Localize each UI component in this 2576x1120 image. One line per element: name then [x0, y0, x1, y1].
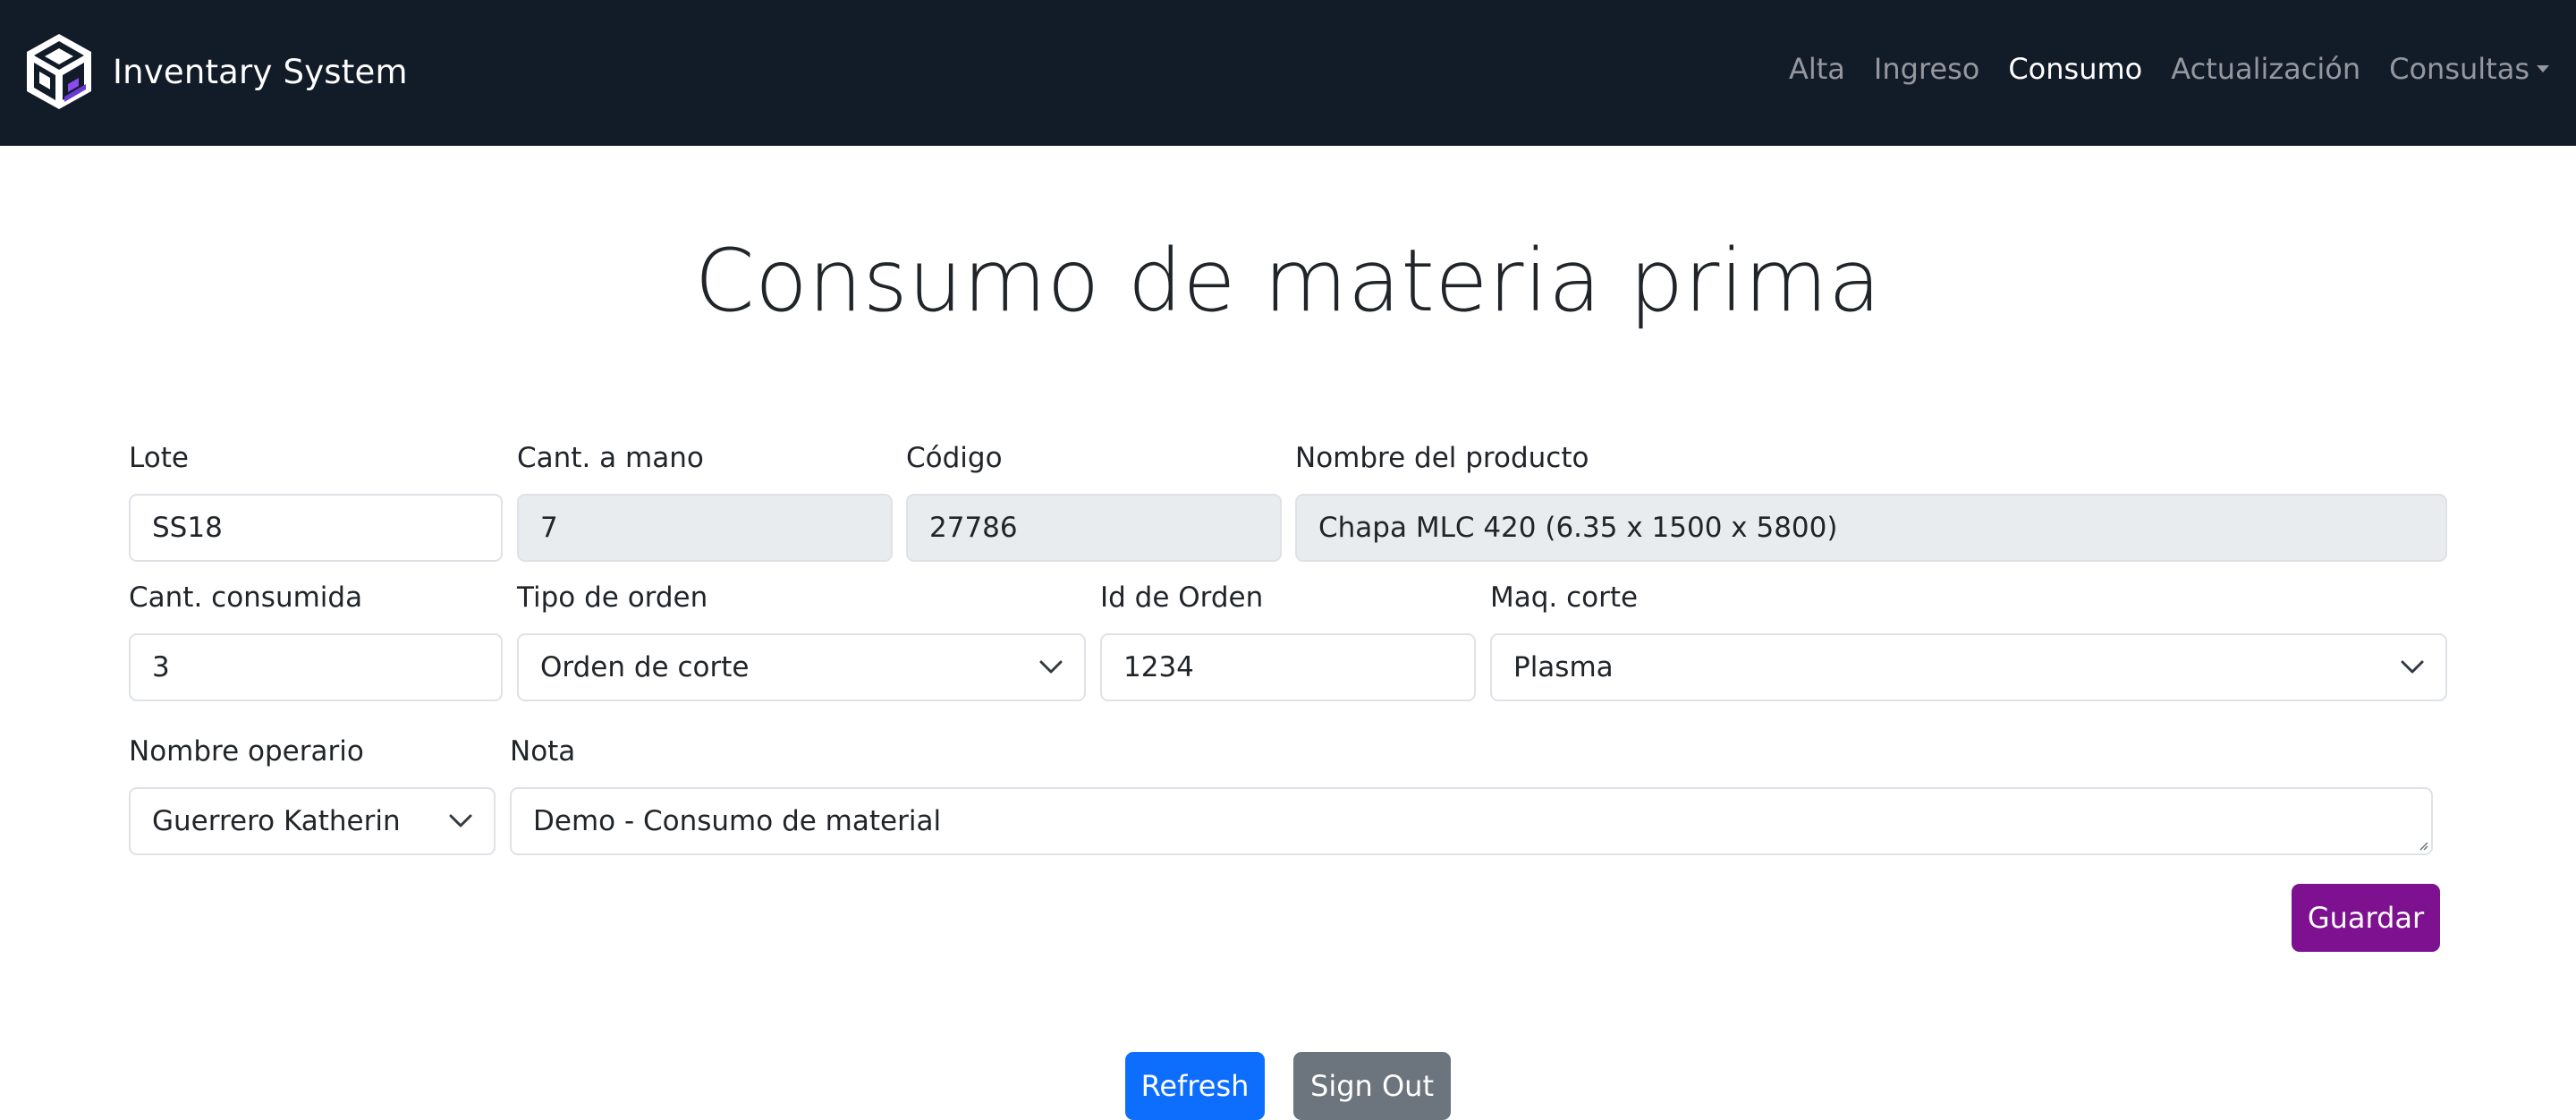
- sign-out-button[interactable]: Sign Out: [1293, 1052, 1451, 1120]
- tipo-orden-select[interactable]: Orden de corte: [517, 633, 1086, 701]
- codigo-field: 27786: [906, 494, 1282, 562]
- nav-link-ingreso[interactable]: Ingreso: [1874, 52, 1979, 86]
- cant-mano-field: 7: [517, 494, 893, 562]
- caret-down-icon: [2537, 65, 2549, 72]
- id-orden-input[interactable]: 1234: [1100, 633, 1476, 701]
- nombre-producto-label: Nombre del producto: [1295, 442, 1589, 474]
- brand[interactable]: Inventary System: [23, 32, 408, 111]
- nav-links: Alta Ingreso Consumo Actualización Consu…: [1760, 52, 2549, 86]
- guardar-button[interactable]: Guardar: [2292, 884, 2440, 952]
- nav-dropdown-label: Consultas: [2389, 52, 2529, 86]
- nota-label: Nota: [510, 735, 576, 768]
- resize-grip-icon[interactable]: [2418, 840, 2428, 851]
- nav-link-alta[interactable]: Alta: [1789, 52, 1845, 86]
- maq-corte-select[interactable]: Plasma: [1490, 633, 2447, 701]
- operario-select[interactable]: Guerrero Katherin: [129, 787, 496, 855]
- chevron-down-icon: [1039, 660, 1063, 674]
- operario-label: Nombre operario: [129, 735, 364, 768]
- cant-mano-label: Cant. a mano: [517, 442, 704, 474]
- page-title: Consumo de materia prima: [694, 231, 1882, 331]
- brand-name: Inventary System: [113, 52, 408, 91]
- tipo-orden-label: Tipo de orden: [517, 581, 708, 614]
- nota-textarea[interactable]: Demo - Consumo de material: [510, 787, 2433, 855]
- nombre-producto-field: Chapa MLC 420 (6.35 x 1500 x 5800): [1295, 494, 2447, 562]
- nav-link-consumo[interactable]: Consumo: [2008, 52, 2142, 86]
- top-navbar: Inventary System Alta Ingreso Consumo Ac…: [0, 0, 2576, 146]
- cant-consumida-label: Cant. consumida: [129, 581, 363, 614]
- id-orden-label: Id de Orden: [1100, 581, 1264, 614]
- chevron-down-icon: [2401, 660, 2424, 674]
- maq-corte-label: Maq. corte: [1490, 581, 1639, 614]
- nav-dropdown-consultas[interactable]: Consultas: [2389, 52, 2549, 86]
- chevron-down-icon: [449, 814, 472, 827]
- operario-value: Guerrero Katherin: [152, 805, 401, 837]
- cube-logo-icon: [27, 34, 91, 109]
- lote-label: Lote: [129, 442, 189, 474]
- nota-value: Demo - Consumo de material: [533, 805, 942, 837]
- tipo-orden-value: Orden de corte: [540, 651, 750, 683]
- maq-corte-value: Plasma: [1513, 651, 1614, 683]
- nav-link-actualizacion[interactable]: Actualización: [2171, 52, 2360, 86]
- codigo-label: Código: [906, 442, 1003, 474]
- refresh-button[interactable]: Refresh: [1125, 1052, 1265, 1120]
- cant-consumida-input[interactable]: 3: [129, 633, 503, 701]
- lote-input[interactable]: SS18: [129, 494, 503, 562]
